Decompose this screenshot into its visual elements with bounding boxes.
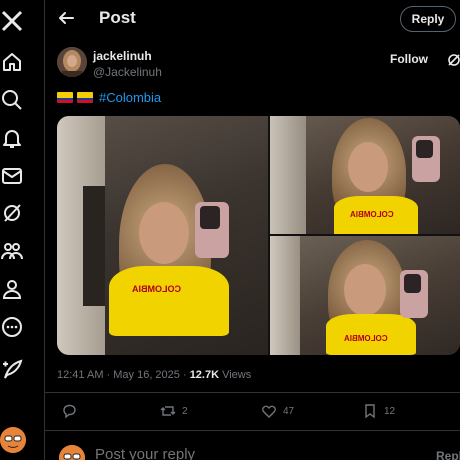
composer-reply-button[interactable]: Reply	[436, 449, 460, 460]
actions-bottom-divider	[45, 430, 460, 431]
grok-icon[interactable]	[447, 53, 460, 67]
profile-icon[interactable]	[0, 277, 24, 301]
back-arrow-icon[interactable]	[56, 8, 76, 28]
actions-top-divider	[45, 392, 460, 393]
like-icon	[261, 403, 277, 419]
bookmark-count: 12	[384, 405, 396, 417]
reply-icon	[61, 403, 77, 419]
tweet-timestamp[interactable]: 12:41 AM · May 16, 2025 ·	[57, 369, 190, 381]
composer-avatar	[59, 445, 85, 460]
account-avatar[interactable]	[0, 427, 26, 453]
follow-button[interactable]: Follow	[390, 52, 428, 66]
colombia-flag-icon	[57, 92, 73, 103]
reply-input[interactable]	[95, 446, 395, 460]
shirt-text: COLOMBIA	[132, 284, 181, 294]
shirt-text: COLOMBIA	[344, 334, 388, 343]
author-avatar[interactable]	[57, 47, 87, 77]
like-count: 47	[283, 405, 295, 417]
communities-icon[interactable]	[0, 239, 24, 263]
tweet-photo-1[interactable]: COLOMBIA	[57, 116, 268, 355]
tweet-meta: 12:41 AM · May 16, 2025 · 12.7K Views	[57, 369, 251, 381]
tweet-media-grid: COLOMBIA COLOMBIA COLOMBIA	[57, 116, 460, 355]
author-name[interactable]: jackelinuh	[93, 49, 152, 63]
hashtag-link[interactable]: #Colombia	[99, 90, 161, 105]
views-label: Views	[219, 369, 252, 381]
author-handle[interactable]: @Jackelinuh	[93, 65, 162, 79]
like-action[interactable]: 47	[261, 403, 294, 419]
tweet-text: #Colombia	[57, 90, 161, 105]
home-icon[interactable]	[0, 50, 24, 74]
bookmark-action[interactable]: 12	[362, 403, 395, 419]
search-icon[interactable]	[0, 88, 24, 112]
colombia-flag-icon	[77, 92, 93, 103]
sidebar-divider	[44, 0, 45, 460]
repost-action[interactable]: 2	[160, 403, 188, 419]
page-title: Post	[99, 8, 136, 27]
reply-action[interactable]	[61, 403, 83, 419]
tweet-photo-2[interactable]: COLOMBIA	[270, 116, 460, 234]
views-count: 12.7K	[189, 369, 220, 381]
x-logo-icon[interactable]	[0, 9, 24, 33]
shirt-text: COLOMBIA	[350, 210, 394, 219]
post-icon[interactable]	[0, 358, 24, 382]
more-icon[interactable]	[0, 315, 24, 339]
bookmark-icon	[362, 403, 378, 419]
grok-icon[interactable]	[0, 201, 24, 225]
reply-button[interactable]: Reply	[400, 6, 456, 32]
repost-count: 2	[182, 405, 188, 417]
notifications-icon[interactable]	[0, 126, 24, 150]
tweet-photo-3[interactable]: COLOMBIA	[270, 236, 460, 355]
repost-icon	[160, 403, 176, 419]
sidebar-nav	[0, 0, 44, 460]
messages-icon[interactable]	[0, 164, 24, 188]
